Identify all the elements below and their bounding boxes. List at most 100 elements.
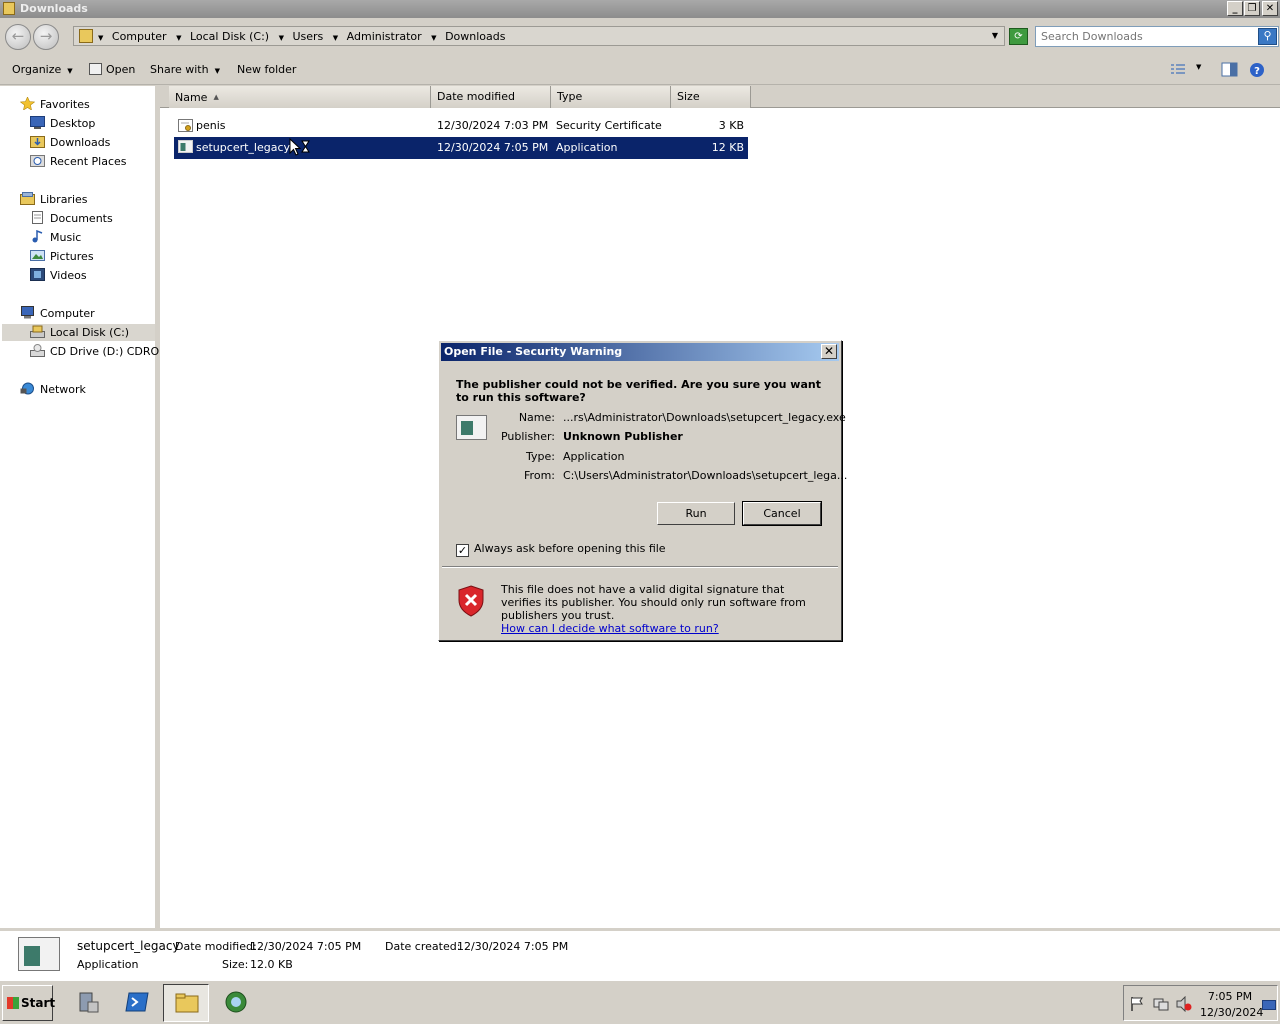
folder-icon	[175, 993, 199, 1013]
videos-icon	[30, 268, 45, 281]
taskbar-server-manager[interactable]	[65, 984, 111, 1022]
nav-favorites[interactable]: Favorites	[20, 96, 90, 113]
pictures-icon	[30, 250, 45, 261]
chevron-down-icon[interactable]: ▼	[279, 34, 284, 42]
crumb-computer[interactable]: Computer	[112, 30, 167, 43]
internet-explorer-icon	[225, 991, 247, 1013]
computer-icon	[21, 306, 34, 319]
taskbar-powershell[interactable]	[114, 984, 160, 1022]
clock-time: 7:05 PM	[1207, 990, 1253, 1003]
start-label: Start	[21, 996, 56, 1010]
details-size-label: Size:	[222, 958, 249, 971]
music-icon	[32, 230, 43, 243]
type-value: Application	[563, 450, 625, 463]
open-label: Open	[106, 63, 136, 76]
nav-computer[interactable]: Computer	[20, 305, 95, 322]
restore-button[interactable]: ❐	[1244, 1, 1260, 16]
nav-libraries[interactable]: Libraries	[20, 191, 88, 208]
clock[interactable]: 7:05 PM 12/30/2024	[1200, 989, 1263, 1021]
always-ask-checkbox[interactable]: ✓	[456, 544, 469, 557]
column-date-modified[interactable]: Date modified	[431, 86, 551, 108]
application-icon	[178, 140, 193, 153]
nav-favorites-label: Favorites	[40, 98, 90, 111]
view-options-icon[interactable]	[1170, 62, 1186, 77]
nav-cd-drive[interactable]: CD Drive (D:) CDROM	[30, 343, 169, 360]
search-input[interactable]	[1041, 29, 1251, 44]
nav-libraries-label: Libraries	[40, 193, 88, 206]
crumb-administrator[interactable]: Administrator	[347, 30, 422, 43]
address-history-dropdown-icon[interactable]: ▼	[992, 31, 998, 40]
column-name-label: Name	[175, 91, 208, 104]
nav-network[interactable]: Network	[20, 381, 86, 398]
close-button[interactable]: ✕	[1262, 1, 1278, 16]
chevron-down-icon: ▼	[67, 67, 73, 75]
help-icon[interactable]: ?	[1249, 62, 1265, 77]
system-tray: 7:05 PM 12/30/2024	[1123, 985, 1278, 1021]
cancel-button[interactable]: Cancel	[742, 501, 822, 526]
column-name[interactable]: Name ▲	[169, 86, 431, 108]
nav-recent-places[interactable]: Recent Places	[30, 153, 127, 170]
documents-icon	[32, 211, 43, 224]
address-bar[interactable]: ▼ Computer ▼ Local Disk (C:) ▼ Users ▼ A…	[73, 26, 1005, 46]
help-link[interactable]: How can I decide what software to run?	[501, 622, 821, 635]
nav-pictures[interactable]: Pictures	[30, 248, 94, 265]
windows-logo-icon	[7, 997, 19, 1009]
volume-muted-icon[interactable]	[1176, 996, 1192, 1012]
share-with-button[interactable]: Share with ▼	[150, 63, 220, 76]
back-button[interactable]: ←	[5, 24, 31, 50]
sort-ascending-icon: ▲	[213, 93, 219, 101]
chevron-down-icon[interactable]: ▼	[98, 34, 103, 42]
crumb-downloads[interactable]: Downloads	[445, 30, 505, 43]
details-date-created: 12/30/2024 7:05 PM	[457, 940, 569, 953]
nav-desktop-label: Desktop	[50, 117, 96, 130]
open-button[interactable]: Open	[89, 63, 135, 76]
navigation-pane: Favorites Desktop Downloads Recent Place…	[0, 86, 169, 928]
always-ask-option[interactable]: ✓ Always ask before opening this file	[456, 542, 666, 557]
taskbar-windows-explorer[interactable]	[163, 984, 209, 1022]
column-size[interactable]: Size	[671, 86, 751, 108]
organize-label: Organize	[12, 63, 62, 76]
crumb-users[interactable]: Users	[292, 30, 323, 43]
taskbar-internet-explorer[interactable]	[213, 984, 259, 1022]
forward-button[interactable]: →	[33, 24, 59, 50]
nav-downloads[interactable]: Downloads	[30, 134, 110, 151]
from-label: From:	[524, 469, 555, 482]
action-center-flag-icon[interactable]	[1129, 996, 1145, 1012]
recent-places-icon	[30, 155, 45, 167]
search-icon[interactable]: ⚲	[1258, 28, 1277, 45]
file-size: 3 KB	[718, 119, 744, 132]
dialog-title-bar: Open File - Security Warning ✕	[441, 343, 839, 361]
nav-videos[interactable]: Videos	[30, 267, 87, 284]
refresh-icon[interactable]: ⟳	[1009, 28, 1028, 45]
cd-drive-icon	[30, 344, 45, 357]
new-folder-button[interactable]: New folder	[237, 63, 296, 76]
start-button[interactable]: Start	[2, 985, 56, 1021]
chevron-down-icon[interactable]: ▼	[176, 34, 181, 42]
organize-button[interactable]: Organize ▼	[12, 63, 73, 76]
crumb-local-disk[interactable]: Local Disk (C:)	[190, 30, 269, 43]
file-row-penis[interactable]: penis 12/30/2024 7:03 PM Security Certif…	[174, 116, 748, 136]
svg-text:?: ?	[1254, 66, 1260, 77]
chevron-down-icon[interactable]: ▼	[431, 34, 436, 42]
nav-recent-places-label: Recent Places	[50, 155, 127, 168]
file-name: setupcert_legacy	[196, 141, 291, 154]
dialog-close-button[interactable]: ✕	[821, 344, 837, 359]
run-button[interactable]: Run	[657, 502, 735, 525]
minimize-button[interactable]: _	[1227, 1, 1243, 16]
chevron-down-icon[interactable]: ▼	[1196, 63, 1201, 71]
show-desktop-icon[interactable]	[1262, 1000, 1276, 1012]
name-value: ...rs\Administrator\Downloads\setupcert_…	[563, 411, 846, 424]
preview-pane-icon[interactable]	[1221, 62, 1238, 77]
nav-documents[interactable]: Documents	[30, 210, 113, 227]
nav-local-disk-label: Local Disk (C:)	[50, 326, 130, 339]
network-tray-icon[interactable]	[1153, 996, 1169, 1012]
nav-music-label: Music	[50, 231, 82, 244]
chevron-down-icon[interactable]: ▼	[333, 34, 338, 42]
type-label: Type:	[526, 450, 555, 463]
window-title-bar: Downloads _ ❐ ✕	[0, 0, 1280, 18]
column-type[interactable]: Type	[551, 86, 671, 108]
nav-desktop[interactable]: Desktop	[30, 115, 95, 132]
nav-music[interactable]: Music	[30, 229, 81, 246]
nav-local-disk[interactable]: Local Disk (C:)	[2, 324, 155, 341]
file-row-setupcert-legacy[interactable]: setupcert_legacy 12/30/2024 7:05 PM Appl…	[174, 137, 748, 159]
